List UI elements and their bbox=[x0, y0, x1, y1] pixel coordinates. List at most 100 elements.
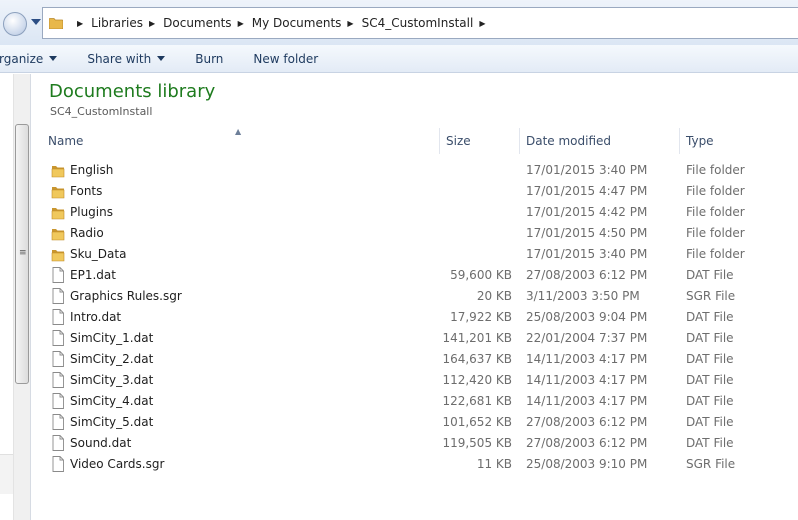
file-date-modified: 17/01/2015 4:50 PM bbox=[526, 226, 648, 240]
file-type: DAT File bbox=[686, 415, 734, 429]
file-size: 112,420 KB bbox=[442, 373, 512, 387]
new-folder-label: New folder bbox=[253, 51, 319, 66]
file-size: 164,637 KB bbox=[442, 352, 512, 366]
chevron-right-icon[interactable]: ▶ bbox=[149, 19, 155, 28]
folder-icon bbox=[51, 204, 65, 220]
file-date-modified: 27/08/2003 6:12 PM bbox=[526, 436, 648, 450]
file-size: 17,922 KB bbox=[450, 310, 512, 324]
share-with-button[interactable]: Share with bbox=[87, 51, 166, 66]
file-date-modified: 14/11/2003 4:17 PM bbox=[526, 352, 648, 366]
file-type: DAT File bbox=[686, 310, 734, 324]
file-row[interactable]: SimCity_5.dat 101,652 KB 27/08/2003 6:12 P… bbox=[42, 412, 798, 433]
column-header-name[interactable]: Name bbox=[42, 128, 440, 154]
chevron-right-icon[interactable]: ▶ bbox=[238, 19, 244, 28]
file-type: DAT File bbox=[686, 331, 734, 345]
column-header-date[interactable]: Date modified bbox=[520, 128, 680, 154]
back-button[interactable] bbox=[3, 12, 27, 36]
file-row[interactable]: SimCity_2.dat 164,637 KB 14/11/2003 4:17 P… bbox=[42, 349, 798, 370]
breadcrumb[interactable]: ▶ Libraries ▶ Documents ▶ My Documents ▶… bbox=[42, 7, 798, 39]
scrollbar-thumb[interactable]: ≡ bbox=[15, 124, 29, 384]
file-type: DAT File bbox=[686, 373, 734, 387]
column-headers: ▲ Name Size Date modified Type bbox=[42, 127, 798, 154]
breadcrumb-documents[interactable]: Documents bbox=[163, 16, 231, 30]
file-date-modified: 27/08/2003 6:12 PM bbox=[526, 415, 648, 429]
file-row[interactable]: Radio 17/01/2015 4:50 PM File folder bbox=[42, 223, 798, 244]
file-row[interactable]: Video Cards.sgr 11 KB 25/08/2003 9:10 PM SG… bbox=[42, 454, 798, 475]
history-dropdown-icon[interactable] bbox=[31, 19, 41, 25]
folder-icon bbox=[51, 183, 65, 199]
chevron-right-icon[interactable]: ▶ bbox=[479, 19, 485, 28]
file-row[interactable]: Plugins 17/01/2015 4:42 PM File folder bbox=[42, 202, 798, 223]
file-row[interactable]: Intro.dat 17,922 KB 25/08/2003 9:04 PM DAT … bbox=[42, 307, 798, 328]
navigation-pane: ≡ bbox=[0, 74, 31, 520]
column-header-type[interactable]: Type bbox=[680, 128, 798, 154]
file-row[interactable]: SimCity_1.dat 141,201 KB 22/01/2004 7:37 P… bbox=[42, 328, 798, 349]
file-name: EP1.dat bbox=[70, 268, 116, 282]
file-row[interactable]: SimCity_4.dat 122,681 KB 14/11/2003 4:17 P… bbox=[42, 391, 798, 412]
file-icon bbox=[51, 330, 65, 346]
burn-label: Burn bbox=[195, 51, 224, 66]
file-icon bbox=[51, 414, 65, 430]
file-row[interactable]: EP1.dat 59,600 KB 27/08/2003 6:12 PM DAT Fi… bbox=[42, 265, 798, 286]
file-type: SGR File bbox=[686, 457, 736, 471]
address-bar: ▶ Libraries ▶ Documents ▶ My Documents ▶… bbox=[0, 0, 798, 45]
file-row[interactable]: Sku_Data 17/01/2015 3:40 PM File folder bbox=[42, 244, 798, 265]
file-icon bbox=[51, 309, 65, 325]
folder-icon bbox=[51, 246, 65, 262]
file-icon bbox=[51, 393, 65, 409]
file-date-modified: 25/08/2003 9:10 PM bbox=[526, 457, 648, 471]
file-size: 141,201 KB bbox=[442, 331, 512, 345]
organize-button[interactable]: rganize bbox=[0, 51, 58, 66]
file-type: DAT File bbox=[686, 268, 734, 282]
chevron-right-icon[interactable]: ▶ bbox=[347, 19, 353, 28]
file-icon bbox=[51, 372, 65, 388]
file-row[interactable]: Sound.dat 119,505 KB 27/08/2003 6:12 PM DAT… bbox=[42, 433, 798, 454]
new-folder-button[interactable]: New folder bbox=[253, 52, 318, 66]
folder-icon bbox=[51, 162, 65, 178]
share-with-label: Share with bbox=[87, 51, 152, 66]
file-type: File folder bbox=[686, 247, 745, 261]
file-date-modified: 17/01/2015 3:40 PM bbox=[526, 247, 648, 261]
file-name: SimCity_1.dat bbox=[70, 331, 154, 345]
file-size: 20 KB bbox=[476, 289, 512, 303]
file-name: SimCity_2.dat bbox=[70, 352, 154, 366]
file-type: DAT File bbox=[686, 394, 734, 408]
breadcrumb-sc4-custominstall[interactable]: SC4_CustomInstall bbox=[362, 16, 474, 30]
file-row[interactable]: English 17/01/2015 3:40 PM File folder bbox=[42, 160, 798, 181]
column-header-size[interactable]: Size bbox=[440, 128, 520, 154]
file-date-modified: 3/11/2003 3:50 PM bbox=[526, 289, 640, 303]
breadcrumb-libraries[interactable]: Libraries bbox=[91, 16, 143, 30]
file-size: 119,505 KB bbox=[442, 436, 512, 450]
burn-button[interactable]: Burn bbox=[195, 52, 223, 66]
caret-down-icon bbox=[49, 56, 58, 61]
file-date-modified: 17/01/2015 4:42 PM bbox=[526, 205, 648, 219]
library-subtitle: SC4_CustomInstall bbox=[50, 105, 153, 118]
file-name: Sku_Data bbox=[70, 247, 127, 261]
file-date-modified: 22/01/2004 7:37 PM bbox=[526, 331, 648, 345]
navigation-scrollbar[interactable]: ≡ bbox=[13, 74, 30, 520]
file-row[interactable]: Graphics Rules.sgr 20 KB 3/11/2003 3:50 PM… bbox=[42, 286, 798, 307]
file-type: File folder bbox=[686, 163, 745, 177]
file-row[interactable]: SimCity_3.dat 112,420 KB 14/11/2003 4:17 P… bbox=[42, 370, 798, 391]
file-date-modified: 14/11/2003 4:17 PM bbox=[526, 394, 648, 408]
file-size: 101,652 KB bbox=[442, 415, 512, 429]
file-name: English bbox=[70, 163, 114, 177]
file-type: File folder bbox=[686, 205, 745, 219]
file-size: 59,600 KB bbox=[450, 268, 512, 282]
file-icon bbox=[51, 456, 65, 472]
file-icon bbox=[51, 288, 65, 304]
file-date-modified: 14/11/2003 4:17 PM bbox=[526, 373, 648, 387]
breadcrumb-my-documents[interactable]: My Documents bbox=[252, 16, 342, 30]
file-type: File folder bbox=[686, 226, 745, 240]
file-name: Video Cards.sgr bbox=[70, 457, 165, 471]
organize-label: rganize bbox=[0, 51, 44, 66]
file-size: 11 KB bbox=[476, 457, 512, 471]
file-type: SGR File bbox=[686, 289, 736, 303]
grip-icon: ≡ bbox=[19, 248, 27, 258]
file-date-modified: 25/08/2003 9:04 PM bbox=[526, 310, 648, 324]
folder-icon bbox=[51, 225, 65, 241]
file-icon bbox=[51, 351, 65, 367]
chevron-right-icon[interactable]: ▶ bbox=[77, 19, 83, 28]
file-row[interactable]: Fonts 17/01/2015 4:47 PM File folder bbox=[42, 181, 798, 202]
file-type: File folder bbox=[686, 184, 745, 198]
